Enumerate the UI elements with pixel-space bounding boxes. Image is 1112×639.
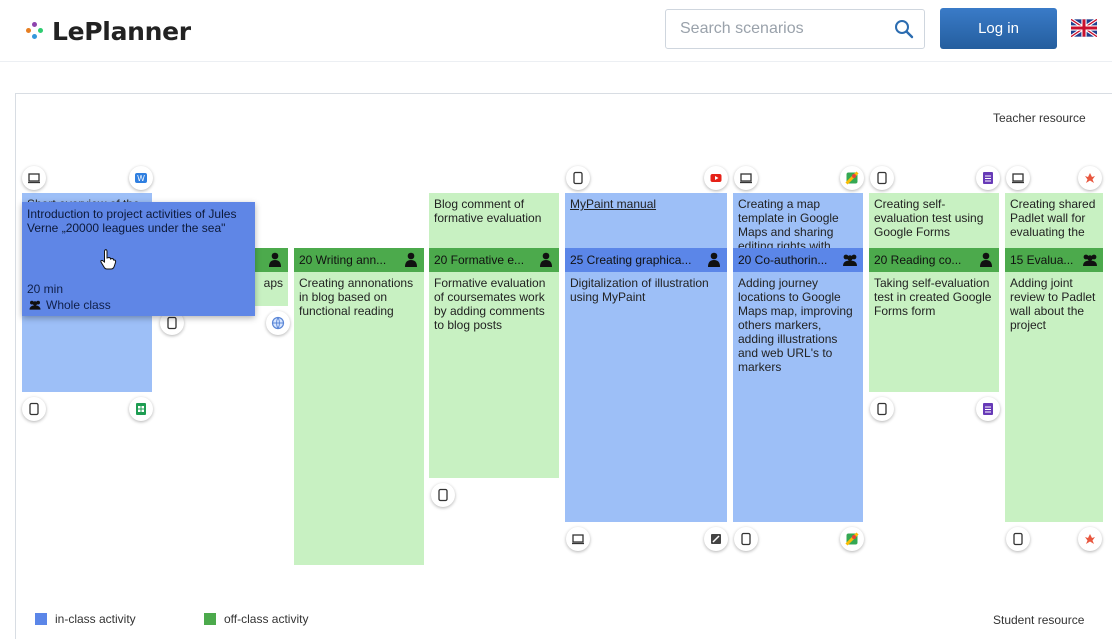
tablet-icon: [870, 397, 894, 421]
padlet-icon[interactable]: [1078, 166, 1102, 190]
activity-card[interactable]: Creating shared Padlet wall for evaluati…: [1005, 193, 1103, 248]
word-icon[interactable]: W: [129, 166, 153, 190]
legend-label: off-class activity: [224, 612, 309, 626]
activity-bar[interactable]: 20 Reading co...: [869, 248, 999, 272]
laptop-icon: [1006, 166, 1030, 190]
group-icon: [1083, 254, 1097, 266]
student-resource-label: Student resource: [993, 613, 1085, 627]
search-input[interactable]: [666, 10, 886, 48]
activity-student-text[interactable]: Formative evaluation of coursemates work…: [429, 272, 559, 478]
app-logo[interactable]: LePlanner: [26, 14, 191, 48]
activity-student-text[interactable]: Digitalization of illustration using MyP…: [565, 272, 727, 522]
mypaint-icon[interactable]: [704, 527, 728, 551]
person-icon: [708, 252, 720, 267]
teacher-resource-label: Teacher resource: [993, 111, 1086, 125]
uk-flag-icon[interactable]: [1071, 19, 1097, 37]
activity-card[interactable]: Creating a map template in Google Maps a…: [733, 193, 863, 248]
activity-bar[interactable]: 20 Writing ann...: [294, 248, 424, 272]
legend-swatch-in-class: [35, 613, 47, 625]
laptop-icon: [566, 527, 590, 551]
mypaint-manual-link[interactable]: MyPaint manual: [565, 193, 727, 215]
group-icon: [29, 300, 41, 310]
tablet-icon: [431, 483, 455, 507]
person-icon: [269, 252, 281, 267]
padlet-icon[interactable]: [1078, 527, 1102, 551]
hand-cursor-icon: [100, 249, 117, 270]
teacher-resource-text[interactable]: Creating self-evaluation test using Goog…: [869, 193, 999, 243]
activity-card[interactable]: Creating self-evaluation test using Goog…: [869, 193, 999, 248]
person-icon: [980, 252, 992, 267]
tablet-icon: [22, 397, 46, 421]
logo-text: LePlanner: [52, 16, 191, 46]
activity-student-text[interactable]: Adding journey locations to Google Maps …: [733, 272, 863, 522]
group-icon: [843, 254, 857, 266]
activity-bar[interactable]: 20 Co-authorin...: [733, 248, 863, 272]
login-button[interactable]: Log in: [940, 8, 1057, 49]
activity-hover-popup[interactable]: Introduction to project activities of Ju…: [22, 202, 255, 316]
forms-icon[interactable]: [976, 397, 1000, 421]
top-navigation-bar: LePlanner Log in: [0, 0, 1112, 62]
youtube-icon[interactable]: [704, 166, 728, 190]
sheets-icon[interactable]: [129, 397, 153, 421]
tablet-icon: [566, 166, 590, 190]
logo-mark-icon: [26, 22, 44, 40]
browser-icon[interactable]: [266, 311, 290, 335]
activity-bar[interactable]: 20 Formative e...: [429, 248, 559, 272]
legend-swatch-off-class: [204, 613, 216, 625]
teacher-resource-text[interactable]: Creating shared Padlet wall for evaluati…: [1005, 193, 1103, 243]
search-icon[interactable]: [894, 19, 914, 39]
laptop-icon: [734, 166, 758, 190]
person-icon: [540, 252, 552, 267]
activity-card[interactable]: MyPaint manual: [565, 193, 727, 248]
activity-student-text[interactable]: Adding joint review to Padlet wall about…: [1005, 272, 1103, 522]
activity-student-text[interactable]: Taking self-evaluation test in created G…: [869, 272, 999, 392]
tablet-icon: [1006, 527, 1030, 551]
tablet-icon: [734, 527, 758, 551]
popup-group: Whole class: [27, 298, 111, 312]
search-box[interactable]: [665, 9, 925, 49]
laptop-icon: [22, 166, 46, 190]
activity-student-text[interactable]: Creating annonations in blog based on fu…: [294, 272, 424, 565]
person-icon: [405, 252, 417, 267]
popup-duration: 20 min: [27, 282, 64, 296]
forms-icon[interactable]: [976, 166, 1000, 190]
legend-in-class: in-class activity: [35, 612, 136, 626]
legend-off-class: off-class activity: [204, 612, 308, 626]
popup-group-label: Whole class: [46, 298, 111, 312]
maps-icon[interactable]: [840, 166, 864, 190]
tablet-icon: [870, 166, 894, 190]
teacher-resource-text[interactable]: Blog comment of formative evaluation: [429, 193, 559, 229]
activity-bar[interactable]: 15 Evalua...: [1005, 248, 1103, 272]
teacher-resource-text[interactable]: Creating a map template in Google Maps a…: [733, 193, 863, 248]
popup-title: Introduction to project activities of Ju…: [27, 207, 237, 235]
maps-icon[interactable]: [840, 527, 864, 551]
activity-bar[interactable]: 25 Creating graphica...: [565, 248, 727, 272]
svg-text:W: W: [137, 174, 145, 183]
legend-label: in-class activity: [55, 612, 136, 626]
activity-card[interactable]: Blog comment of formative evaluation: [429, 193, 559, 248]
